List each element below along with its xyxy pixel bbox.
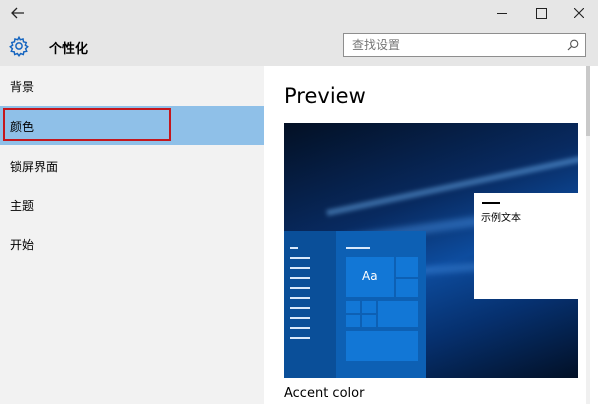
tile-wide (378, 301, 418, 327)
menu-line (296, 337, 310, 339)
sidebar-item-background[interactable]: 背景 (0, 66, 264, 105)
scroll-thumb[interactable] (586, 66, 590, 136)
sidebar-item-label: 锁屏界面 (10, 160, 59, 174)
search-input[interactable] (352, 38, 552, 52)
close-button[interactable] (560, 0, 598, 26)
menu-line (296, 307, 310, 309)
highlight-box (3, 108, 171, 141)
maximize-icon (535, 7, 547, 19)
sample-text: 示例文本 (481, 213, 521, 224)
window-title-line (482, 202, 500, 204)
page-title: 个性化 (49, 42, 89, 57)
minimize-icon (497, 12, 507, 14)
tile-small (396, 257, 418, 277)
sidebar-item-label: 主题 (10, 199, 35, 213)
menu-line (296, 327, 310, 329)
main-content: Preview Aa 示例文本 Accent color (264, 66, 598, 404)
back-button[interactable] (0, 0, 36, 26)
sidebar-item-start[interactable]: 开始 (0, 224, 264, 263)
tile-small (346, 315, 360, 327)
tile-small (362, 315, 376, 327)
search-box[interactable] (343, 33, 586, 57)
sample-window: 示例文本 (474, 193, 578, 299)
menu-line (296, 287, 310, 289)
menu-line (296, 257, 310, 259)
start-menu-preview: Aa (284, 231, 426, 378)
menu-line (296, 277, 310, 279)
gear-icon (9, 35, 29, 57)
search-icon[interactable] (567, 39, 579, 51)
maximize-button[interactable] (522, 0, 560, 26)
sidebar-item-label: 开始 (10, 238, 35, 252)
preview-title: Preview (284, 84, 366, 108)
accent-color-label: Accent color (284, 386, 365, 401)
menu-line (290, 247, 298, 249)
tile-small (362, 301, 376, 313)
menu-line (296, 317, 310, 319)
sidebar-item-label: 背景 (10, 80, 35, 94)
back-arrow-icon (11, 7, 24, 19)
menu-line (296, 297, 310, 299)
tile-text: Aa (362, 269, 378, 283)
title-bar (0, 0, 598, 26)
tile-large: Aa (346, 257, 394, 297)
header: 个性化 (0, 26, 598, 66)
start-menu-list (284, 231, 336, 378)
preview-image: Aa 示例文本 (284, 123, 578, 378)
menu-line (296, 267, 310, 269)
scrollbar[interactable] (586, 66, 590, 404)
tile-small (396, 279, 418, 297)
close-icon (574, 8, 584, 18)
tile-wide (346, 331, 418, 361)
menu-line (346, 247, 370, 249)
minimize-button[interactable] (484, 0, 520, 26)
sidebar-item-lock-screen[interactable]: 锁屏界面 (0, 146, 264, 185)
sidebar-item-themes[interactable]: 主题 (0, 185, 264, 224)
sidebar: 背景 颜色 锁屏界面 主题 开始 (0, 66, 264, 404)
tile-small (346, 301, 360, 313)
